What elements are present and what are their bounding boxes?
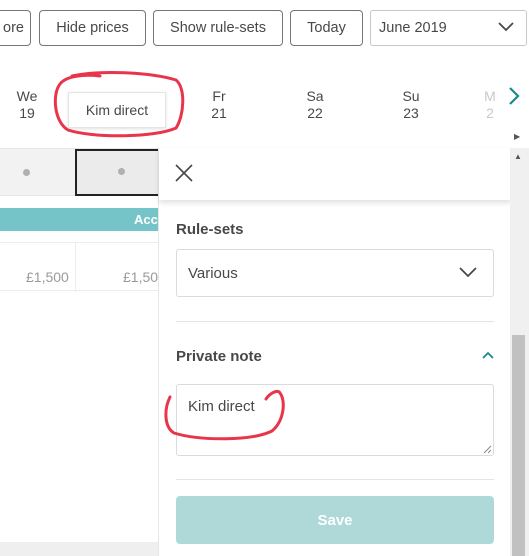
hide-prices-button[interactable]: Hide prices (39, 10, 146, 46)
day-header-friday: Fr 21 (199, 88, 239, 122)
panel-header (159, 148, 511, 200)
horizontal-scrollbar[interactable] (0, 542, 160, 556)
close-icon[interactable] (174, 163, 194, 183)
month-select[interactable]: June 2019 (370, 10, 527, 46)
divider (176, 321, 494, 322)
scroll-up-icon[interactable]: ▲ (514, 152, 522, 161)
chevron-up-icon[interactable] (482, 351, 494, 359)
day-header-monday: M 2 (478, 88, 502, 122)
day-header-saturday: Sa 22 (295, 88, 335, 122)
day-number: 19 (19, 105, 35, 121)
day-name: We (16, 88, 38, 104)
private-note-textarea[interactable]: Kim direct (176, 384, 494, 456)
save-button[interactable]: Save (176, 496, 494, 544)
price-cell[interactable]: £1,50 (123, 269, 160, 285)
today-button[interactable]: Today (290, 10, 363, 46)
day-name: M (484, 88, 496, 104)
rulesets-value: Various (188, 264, 238, 282)
day-number: 21 (211, 105, 227, 121)
resize-grip-icon[interactable] (483, 445, 492, 454)
booking-bar[interactable]: Acc (0, 208, 160, 231)
chevron-down-icon (498, 22, 514, 32)
day-name: Sa (306, 88, 324, 104)
day-header-wednesday: We 19 (7, 88, 47, 122)
private-note-label: Private note (176, 348, 262, 365)
edit-panel: Rule-sets Various Private note Kim direc… (158, 148, 511, 556)
more-filters-button[interactable]: ore (0, 10, 31, 46)
day-name: Fr (212, 88, 226, 104)
day-number: 2 (486, 105, 494, 121)
header-scroll-right-icon[interactable]: ▶ (514, 132, 520, 141)
rulesets-label: Rule-sets (176, 221, 244, 238)
availability-dot (118, 168, 125, 175)
show-rulesets-button[interactable]: Show rule-sets (153, 10, 283, 46)
price-cell[interactable]: £1,500 (26, 269, 69, 285)
availability-dot (23, 169, 30, 176)
day-name: Su (402, 88, 420, 104)
day-number: 23 (403, 105, 419, 121)
scrollbar-thumb[interactable] (512, 335, 525, 556)
divider (176, 479, 494, 480)
chevron-right-icon[interactable] (505, 85, 523, 107)
chevron-down-icon (459, 267, 477, 278)
booking-bar-label: Acc (134, 212, 158, 227)
rulesets-select[interactable]: Various (176, 249, 494, 297)
day-header-sunday: Su 23 (391, 88, 431, 122)
month-select-value: June 2019 (379, 20, 447, 36)
day-number: 22 (307, 105, 323, 121)
note-tooltip: Kim direct (68, 92, 166, 128)
